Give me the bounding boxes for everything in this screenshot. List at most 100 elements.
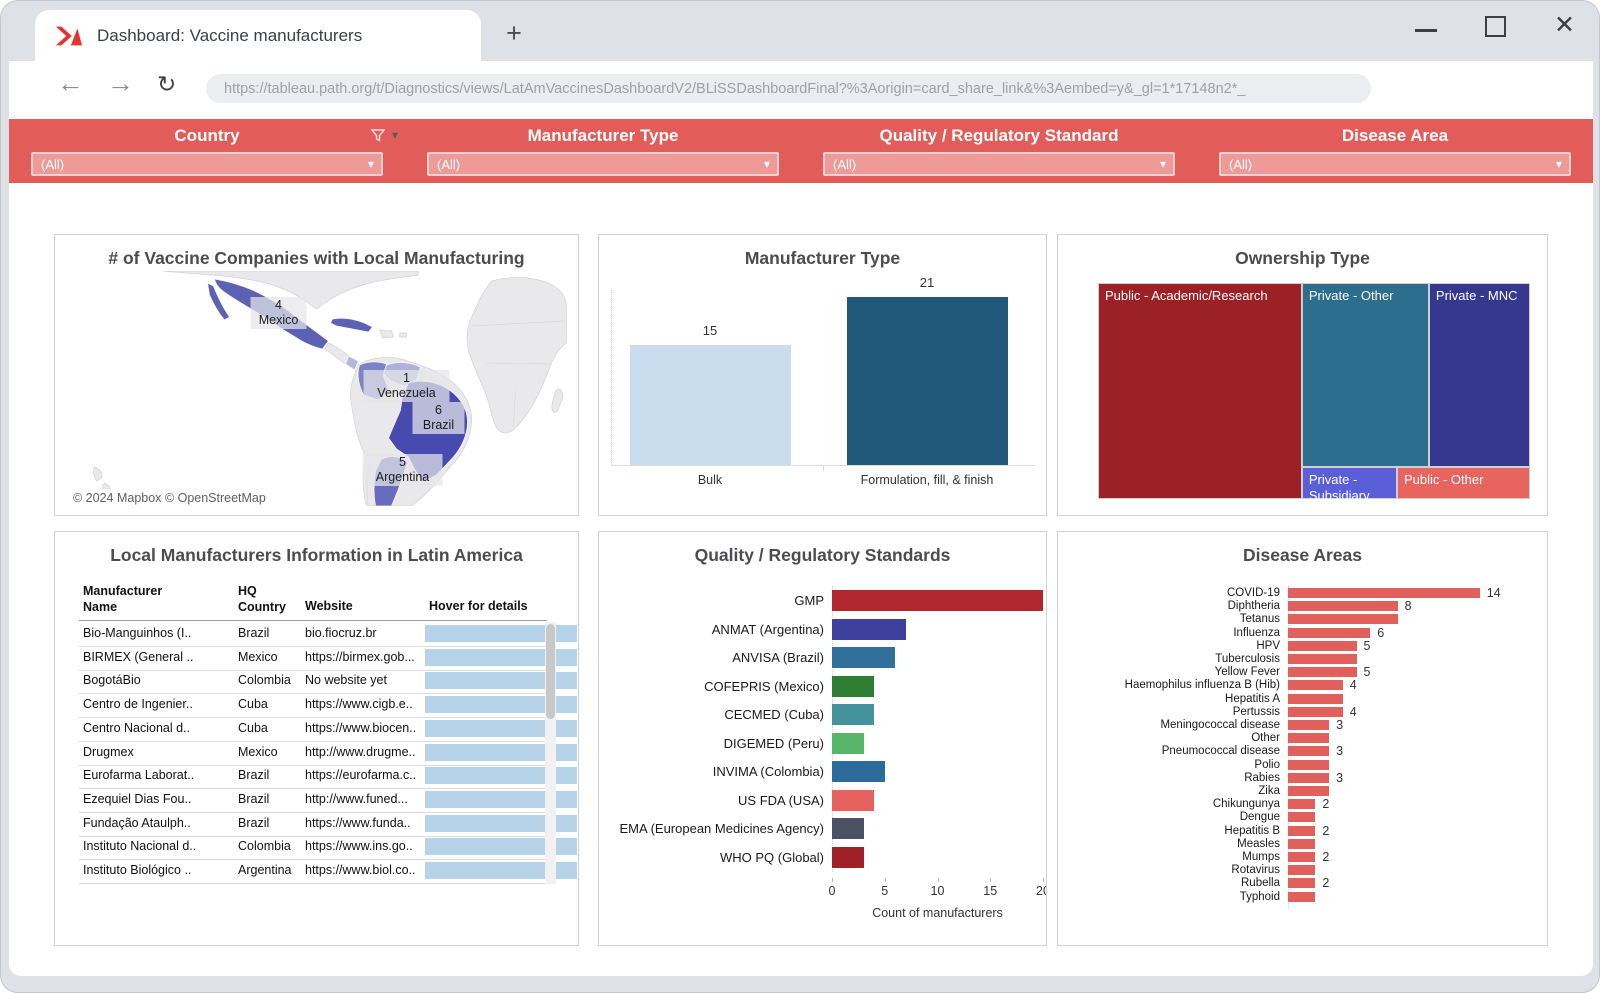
bar-tetanus[interactable] xyxy=(1288,614,1398,624)
bar-invima-colombia-[interactable] xyxy=(832,761,885,782)
manufacturer-type-dropdown[interactable]: (All) ▾ xyxy=(427,152,779,176)
table-scrollbar-thumb[interactable] xyxy=(546,624,555,719)
bar-who-pq-global-[interactable] xyxy=(832,847,864,868)
x-axis-tick-label: 0 xyxy=(820,884,844,898)
table-row[interactable]: Centro Nacional d..Cubahttps://www.bioce… xyxy=(79,717,547,742)
bar-mumps[interactable] xyxy=(1288,852,1315,862)
filter-country: Country ▾ (All) ▾ xyxy=(9,119,405,183)
bar-diphtheria[interactable] xyxy=(1288,601,1398,611)
bar-chikungunya[interactable] xyxy=(1288,799,1315,809)
bar-rotavirus[interactable] xyxy=(1288,865,1315,875)
table-row[interactable]: Bio-Manguinhos (I..Brazilbio.fiocruz.br xyxy=(79,622,547,647)
bar-rabies[interactable] xyxy=(1288,773,1329,783)
bar-dengue[interactable] xyxy=(1288,812,1315,822)
caret-down-icon[interactable]: ▾ xyxy=(392,128,398,142)
table-cell: https://www.ins.go.. xyxy=(305,839,421,853)
dropdown-caret-icon: ▾ xyxy=(1160,154,1166,175)
panel-quality-standards: Quality / Regulatory Standards GMPANMAT … xyxy=(598,531,1047,946)
back-icon[interactable]: ← xyxy=(57,68,84,99)
table-row[interactable]: Eurofarma Laborat..Brazilhttps://eurofar… xyxy=(79,764,547,789)
bar-haemophilus-influenza-b-hib-[interactable] xyxy=(1288,680,1343,690)
bar-anvisa-brazil-[interactable] xyxy=(832,647,895,668)
table-row[interactable]: Fundação Ataulph..Brazilhttps://www.fund… xyxy=(79,812,547,837)
country-dropdown[interactable]: (All) ▾ xyxy=(31,152,383,176)
bar-label-who-pq-global-: WHO PQ (Global) xyxy=(599,847,824,868)
bar-label-anmat-argentina-: ANMAT (Argentina) xyxy=(599,619,824,640)
bar-pertussis[interactable] xyxy=(1288,707,1343,717)
bar-influenza[interactable] xyxy=(1288,628,1370,638)
bar-measles[interactable] xyxy=(1288,839,1315,849)
bar-category-label: Bulk xyxy=(610,473,810,487)
table-cell: Colombia xyxy=(238,839,300,853)
bar-zika[interactable] xyxy=(1288,786,1329,796)
bar-typhoid[interactable] xyxy=(1288,892,1315,902)
bar-hpv[interactable] xyxy=(1288,641,1357,651)
bar-Formulation, fill, & finish[interactable] xyxy=(847,297,1008,465)
column-header-manufacturer-name: Manufacturer Name xyxy=(83,584,193,615)
bar-polio[interactable] xyxy=(1288,760,1329,770)
treemap-block-public-academic-research[interactable]: Public - Academic/Research xyxy=(1098,283,1302,499)
bar-us-fda-usa-[interactable] xyxy=(832,790,874,811)
bar-label-dengue: Dengue xyxy=(1058,811,1280,823)
x-axis-tick-label: 5 xyxy=(873,884,897,898)
bar-cofepris-mexico-[interactable] xyxy=(832,676,874,697)
treemap-block-private-mnc[interactable]: Private - MNC xyxy=(1429,283,1530,467)
table-row[interactable]: Centro de Ingenier..Cubahttps://www.cigb… xyxy=(79,693,547,718)
bar-rubella[interactable] xyxy=(1288,878,1315,888)
reload-icon[interactable]: ↻ xyxy=(157,71,176,98)
table-cell: http://www.drugme.. xyxy=(305,745,421,759)
map-title: # of Vaccine Companies with Local Manufa… xyxy=(55,248,578,269)
bar-label-mumps: Mumps xyxy=(1058,851,1280,863)
browser-tab[interactable]: Dashboard: Vaccine manufacturers xyxy=(35,10,481,61)
funnel-icon[interactable] xyxy=(371,129,385,142)
bar-tuberculosis[interactable] xyxy=(1288,654,1357,664)
address-bar[interactable]: https://tableau.path.org/t/Diagnostics/v… xyxy=(206,74,1371,103)
bar-digemed-peru-[interactable] xyxy=(832,733,864,754)
table-cell: https://www.cigb.e.. xyxy=(305,697,421,711)
filter-manufacturer-type: Manufacturer Type (All) ▾ xyxy=(405,119,801,183)
table-row[interactable]: Ezequiel Dias Fou..Brazilhttp://www.fune… xyxy=(79,788,547,813)
latin-america-map[interactable]: 4Mexico1Venezuela6Brazil5Argentina xyxy=(66,271,567,506)
table-cell: Argentina xyxy=(238,863,300,877)
dropdown-caret-icon: ▾ xyxy=(764,154,770,175)
table-row[interactable]: BIRMEX (General ..Mexicohttps://birmex.g… xyxy=(79,646,547,671)
browser-toolbar: ← → ↻ https://tableau.path.org/t/Diagnos… xyxy=(9,61,1593,116)
bar-hepatitis-b[interactable] xyxy=(1288,826,1315,836)
bar-pneumococcal-disease[interactable] xyxy=(1288,746,1329,756)
treemap-block-public-other[interactable]: Public - Other xyxy=(1397,467,1530,499)
bar-hepatitis-a[interactable] xyxy=(1288,694,1343,704)
table-scrollbar[interactable] xyxy=(545,622,556,884)
close-icon[interactable]: ✕ xyxy=(1554,15,1575,35)
table-row[interactable]: Instituto Nacional d..Colombiahttps://ww… xyxy=(79,835,547,860)
minimize-icon[interactable] xyxy=(1415,29,1437,32)
new-tab-button[interactable]: + xyxy=(499,19,529,49)
treemap-block-private-subsidiary[interactable]: Private - Subsidiary xyxy=(1302,467,1397,499)
bar-ema-european-medicines-agency-[interactable] xyxy=(832,818,864,839)
map-attribution: © 2024 Mapbox © OpenStreetMap xyxy=(67,489,272,507)
table-row[interactable]: DrugmexMexicohttp://www.drugme.. xyxy=(79,741,547,766)
bar-anmat-argentina-[interactable] xyxy=(832,619,906,640)
table-row[interactable]: Instituto Biológico ..Argentinahttps://w… xyxy=(79,859,547,884)
bar-yellow-fever[interactable] xyxy=(1288,667,1357,677)
table-cell: BIRMEX (General .. xyxy=(83,650,233,664)
bar-covid-[interactable] xyxy=(1288,588,1480,598)
table-cell: Brazil xyxy=(238,626,300,640)
map-value-Argentina: 5 xyxy=(399,455,406,469)
forward-icon[interactable]: → xyxy=(107,68,134,99)
bar-meningococcal-disease[interactable] xyxy=(1288,720,1329,730)
quality-standard-dropdown[interactable]: (All) ▾ xyxy=(823,152,1175,176)
bar-Bulk[interactable] xyxy=(630,345,791,465)
maximize-icon[interactable] xyxy=(1485,16,1506,37)
bar-label-hepatitis-a: Hepatitis A xyxy=(1058,693,1280,705)
bar-other[interactable] xyxy=(1288,733,1329,743)
treemap-block-private-other[interactable]: Private - Other xyxy=(1302,283,1429,467)
table-row[interactable]: BogotáBioColombiaNo website yet xyxy=(79,669,547,694)
bar-value-label: 4 xyxy=(1350,705,1357,719)
map-label-Argentina: Argentina xyxy=(376,470,430,484)
bar-label-tetanus: Tetanus xyxy=(1058,613,1280,625)
disease-area-dropdown[interactable]: (All) ▾ xyxy=(1219,152,1571,176)
x-axis-tick xyxy=(823,466,824,471)
table-cell: Brazil xyxy=(238,792,300,806)
bar-cecmed-cuba-[interactable] xyxy=(832,704,874,725)
bar-gmp[interactable] xyxy=(832,590,1043,611)
